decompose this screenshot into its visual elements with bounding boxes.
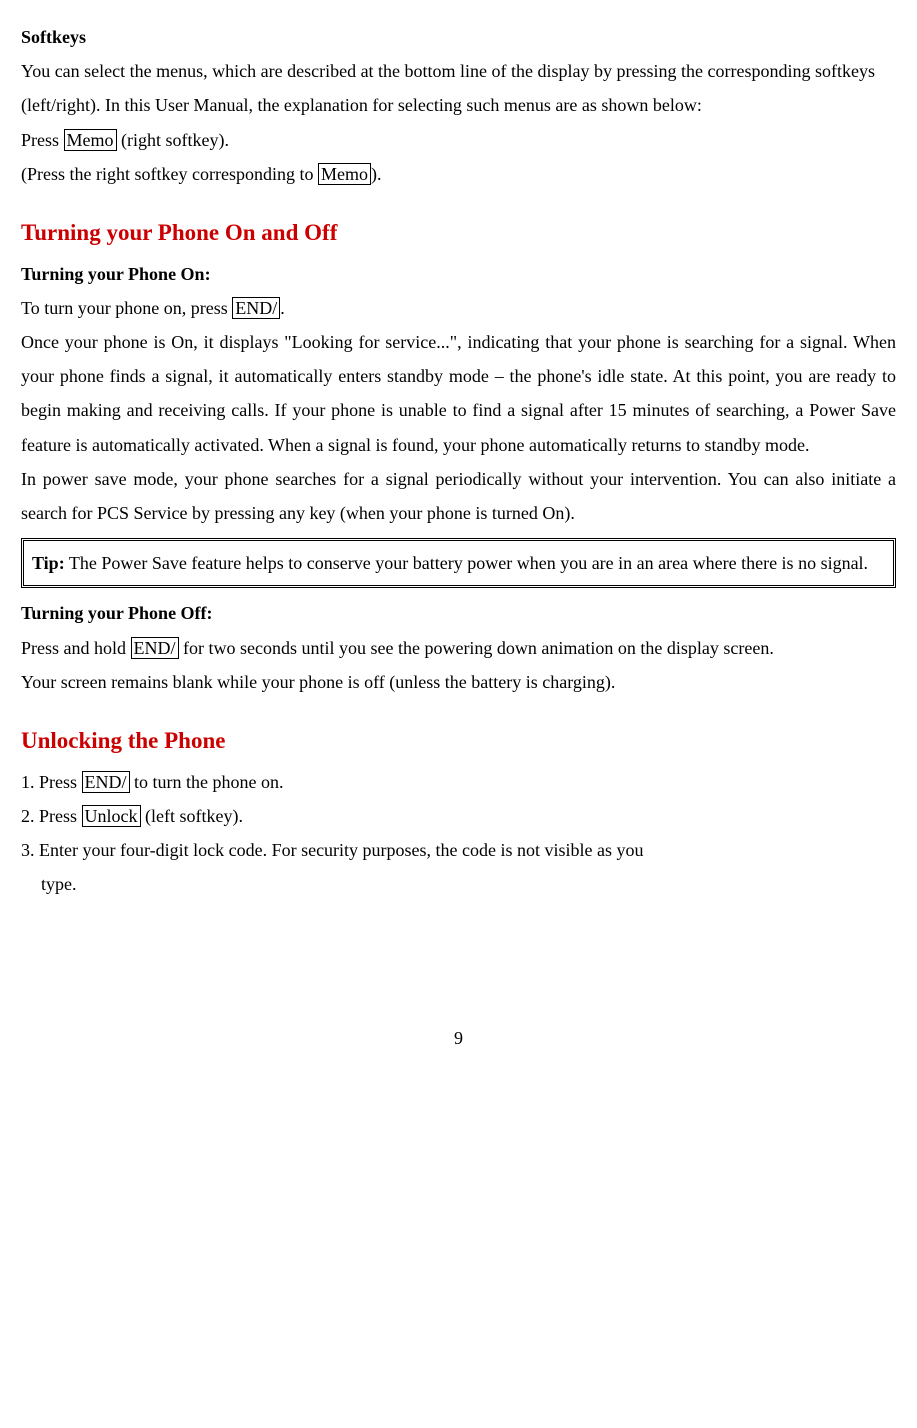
turning-off-p2: Your screen remains blank while your pho… bbox=[21, 665, 896, 699]
unlocking-step2: 2. Press Unlock (left softkey). bbox=[21, 799, 896, 833]
text: To turn your phone on, press bbox=[21, 298, 232, 318]
unlocking-step3a: 3. Enter your four-digit lock code. For … bbox=[21, 833, 896, 867]
text: ). bbox=[371, 164, 382, 184]
memo-key-box: Memo bbox=[318, 163, 371, 185]
text: 1. Press bbox=[21, 772, 82, 792]
unlocking-step3b: type. bbox=[21, 867, 896, 901]
text: for two seconds until you see the poweri… bbox=[179, 638, 774, 658]
end-key-box: END/ bbox=[131, 637, 179, 659]
softkeys-para1: You can select the menus, which are desc… bbox=[21, 54, 896, 122]
end-key-box: END/ bbox=[232, 297, 280, 319]
softkeys-para2: Press Memo (right softkey). bbox=[21, 123, 896, 157]
end-key-box: END/ bbox=[82, 771, 130, 793]
text: . bbox=[280, 298, 285, 318]
text: to turn the phone on. bbox=[130, 772, 284, 792]
turning-main-heading: Turning your Phone On and Off bbox=[21, 211, 896, 255]
page-number: 9 bbox=[21, 1021, 896, 1055]
turning-on-p3: In power save mode, your phone searches … bbox=[21, 462, 896, 530]
turning-on-heading: Turning your Phone On: bbox=[21, 257, 896, 291]
turning-on-p2: Once your phone is On, it displays "Look… bbox=[21, 325, 896, 462]
softkeys-heading: Softkeys bbox=[21, 20, 896, 54]
text: (Press the right softkey corresponding t… bbox=[21, 164, 318, 184]
tip-box: Tip: The Power Save feature helps to con… bbox=[21, 538, 896, 588]
text: (right softkey). bbox=[117, 130, 229, 150]
turning-on-p1: To turn your phone on, press END/. bbox=[21, 291, 896, 325]
text: Press bbox=[21, 130, 64, 150]
text: (left softkey). bbox=[141, 806, 243, 826]
tip-label: Tip: bbox=[32, 553, 65, 573]
tip-text: The Power Save feature helps to conserve… bbox=[65, 553, 868, 573]
text: Press and hold bbox=[21, 638, 131, 658]
memo-key-box: Memo bbox=[64, 129, 117, 151]
turning-off-p1: Press and hold END/ for two seconds unti… bbox=[21, 631, 896, 665]
unlocking-step1: 1. Press END/ to turn the phone on. bbox=[21, 765, 896, 799]
turning-off-heading: Turning your Phone Off: bbox=[21, 596, 896, 630]
softkeys-para3: (Press the right softkey corresponding t… bbox=[21, 157, 896, 191]
unlock-key-box: Unlock bbox=[82, 805, 141, 827]
text: 2. Press bbox=[21, 806, 82, 826]
unlocking-heading: Unlocking the Phone bbox=[21, 719, 896, 763]
